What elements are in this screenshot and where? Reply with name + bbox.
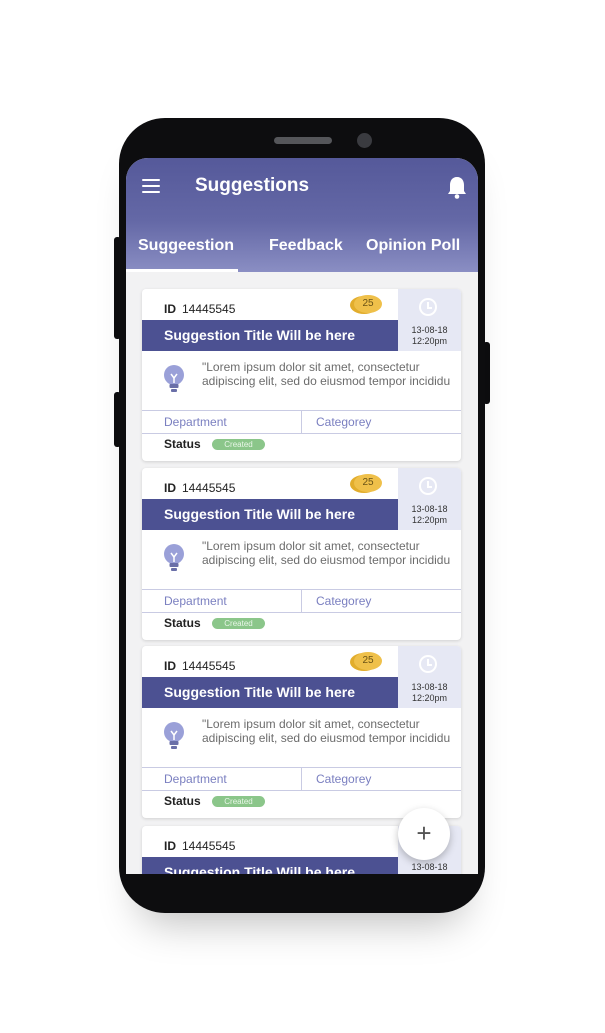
status-label: Status <box>164 616 201 630</box>
clock-icon <box>419 655 437 673</box>
phone-speaker <box>274 137 332 144</box>
suggestion-title: Suggestion Title Will be here <box>142 857 398 874</box>
suggestion-description: "Lorem ipsum dolor sit amet, consectetur… <box>202 360 451 388</box>
date-box: 13-08-18 12:20pm <box>398 646 461 708</box>
bell-icon[interactable] <box>446 175 468 199</box>
suggestion-date: 13-08-18 <box>411 862 448 872</box>
category-label: Categorey <box>316 594 372 608</box>
meta-row: Department Categorey <box>142 410 461 434</box>
suggestion-card[interactable]: ID 14445545 25 Suggestion Title Will be h… <box>142 289 461 461</box>
meta-row: Department Categorey <box>142 767 461 791</box>
add-suggestion-button[interactable]: + <box>398 808 450 860</box>
points-coin-icon: 25 <box>354 474 382 492</box>
page-title: Suggestions <box>195 175 310 196</box>
department-label: Department <box>164 415 227 429</box>
lightbulb-icon <box>164 722 184 749</box>
suggestion-date: 13-08-18 <box>411 504 448 514</box>
date-box: 13-08-18 12:20pm <box>398 468 461 530</box>
status-label: Status <box>164 794 201 808</box>
status-label: Status <box>164 437 201 451</box>
suggestion-title: Suggestion Title Will be here <box>142 320 398 351</box>
suggestion-time: 12:20pm <box>411 693 448 703</box>
clock-icon <box>419 477 437 495</box>
points-coin-icon: 25 <box>354 295 382 313</box>
status-badge: Created <box>212 618 265 629</box>
divider <box>301 590 302 612</box>
clock-icon <box>419 298 437 316</box>
plus-icon: + <box>416 818 432 848</box>
suggestion-date: 13-08-18 <box>411 325 448 335</box>
menu-icon[interactable] <box>142 179 160 193</box>
suggestion-card[interactable]: ID 14445545 25 Suggestion Title Will be h… <box>142 646 461 818</box>
phone-camera <box>357 133 372 148</box>
suggestion-id: ID 14445545 <box>164 481 236 495</box>
date-box: 13-08-18 12:20pm <box>398 289 461 351</box>
tab-opinion-poll[interactable]: Opinion Poll <box>366 237 460 255</box>
suggestion-description: "Lorem ipsum dolor sit amet, consectetur… <box>202 717 451 745</box>
active-tab-indicator <box>126 269 238 272</box>
suggestion-title: Suggestion Title Will be here <box>142 499 398 530</box>
app-bar: Suggestions Suggeestion Feedback Opinion… <box>126 158 478 272</box>
divider <box>301 411 302 433</box>
department-label: Department <box>164 594 227 608</box>
category-label: Categorey <box>316 415 372 429</box>
lightbulb-icon <box>164 544 184 571</box>
app-screen: Suggestions Suggeestion Feedback Opinion… <box>126 158 478 874</box>
tab-feedback[interactable]: Feedback <box>269 237 343 255</box>
suggestion-date: 13-08-18 <box>411 682 448 692</box>
divider <box>301 768 302 790</box>
tab-suggestion[interactable]: Suggeestion <box>138 237 234 255</box>
suggestion-card[interactable]: ID 14445545 25 Suggestion Title Will be h… <box>142 468 461 640</box>
suggestion-description: "Lorem ipsum dolor sit amet, consectetur… <box>202 539 451 567</box>
department-label: Department <box>164 772 227 786</box>
suggestion-id: ID 14445545 <box>164 839 236 853</box>
points-coin-icon: 25 <box>354 652 382 670</box>
suggestion-id: ID 14445545 <box>164 302 236 316</box>
suggestion-title: Suggestion Title Will be here <box>142 677 398 708</box>
suggestion-time: 12:20pm <box>411 336 448 346</box>
suggestion-time: 12:20pm <box>411 515 448 525</box>
lightbulb-icon <box>164 365 184 392</box>
category-label: Categorey <box>316 772 372 786</box>
status-badge: Created <box>212 439 265 450</box>
status-badge: Created <box>212 796 265 807</box>
suggestion-id: ID 14445545 <box>164 659 236 673</box>
meta-row: Department Categorey <box>142 589 461 613</box>
